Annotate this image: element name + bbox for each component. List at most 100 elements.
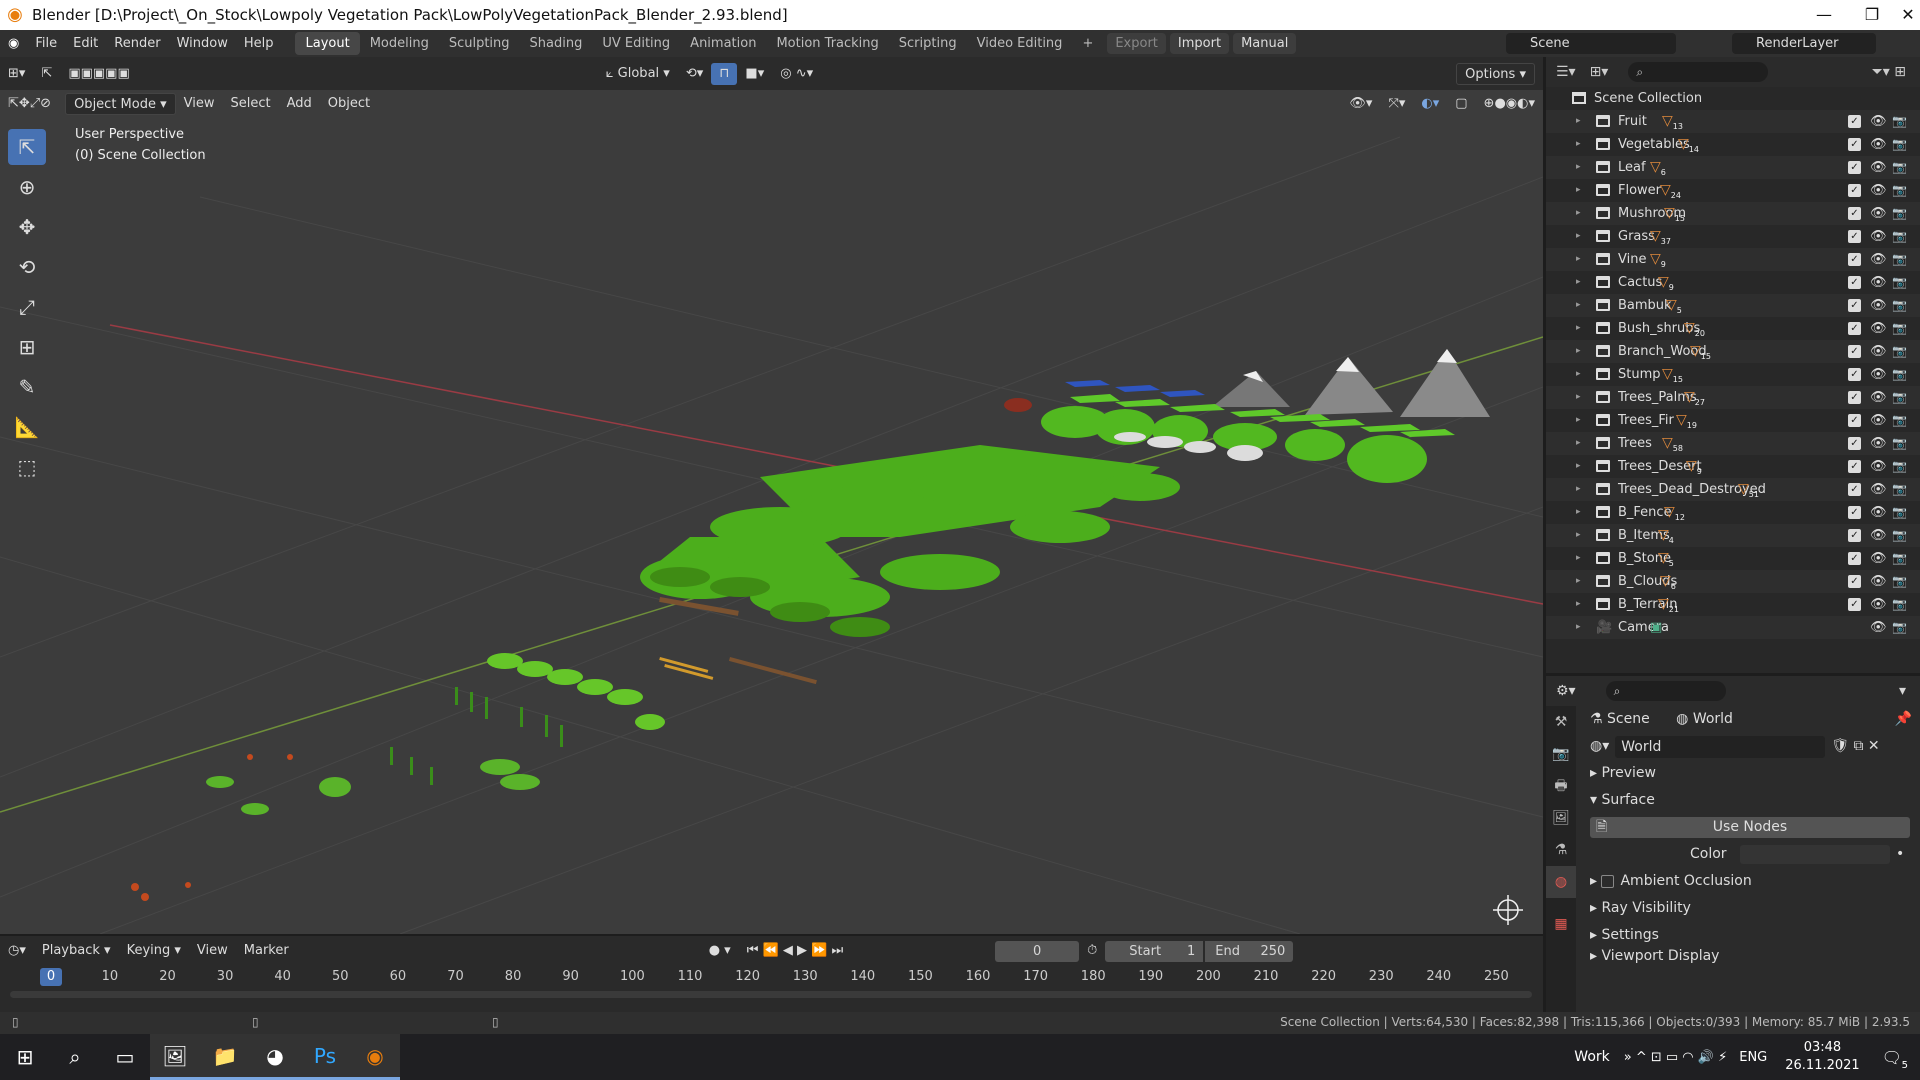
exclude-checkbox[interactable]: ✓ xyxy=(1848,552,1861,565)
pivot-icon[interactable]: ⟲▾ xyxy=(678,63,711,85)
visibility-eye-icon[interactable]: 👁 xyxy=(1870,478,1887,501)
render-camera-icon[interactable]: 📷 xyxy=(1892,340,1907,363)
render-camera-icon[interactable]: 📷 xyxy=(1892,386,1907,409)
work-toolbar[interactable]: Work xyxy=(1574,1049,1609,1065)
render-tab-icon[interactable]: 📷 xyxy=(1546,738,1576,770)
expand-arrow-icon[interactable]: ▸ xyxy=(1576,340,1581,363)
playhead[interactable]: 0 xyxy=(40,968,62,986)
select-tool-icon[interactable]: ⇱ xyxy=(8,129,46,165)
tab-modeling[interactable]: Modeling xyxy=(360,32,439,55)
options-dropdown[interactable]: Options ▾ xyxy=(1456,62,1535,85)
render-camera-icon[interactable]: 📷 xyxy=(1892,363,1907,386)
visibility-eye-icon[interactable]: 👁 xyxy=(1870,133,1887,156)
blender-taskbar-icon[interactable]: ◉ xyxy=(350,1034,400,1080)
photos-app-icon[interactable]: 🖼 xyxy=(150,1034,200,1080)
panel-ray-visibility[interactable]: ▸ Ray Visibility xyxy=(1580,895,1920,922)
outliner-item[interactable]: ▸ Stump ▽15 ✓ 👁 📷 xyxy=(1546,363,1920,386)
menu-object[interactable]: Object xyxy=(320,93,378,115)
visibility-icon[interactable]: 👁▾ xyxy=(1341,93,1380,115)
move-tool-icon[interactable]: ✥ xyxy=(8,209,46,245)
render-camera-icon[interactable]: 📷 xyxy=(1892,225,1907,248)
render-camera-icon[interactable]: 📷 xyxy=(1892,294,1907,317)
outliner-item[interactable]: ▸ Trees_Fir ▽19 ✓ 👁 📷 xyxy=(1546,409,1920,432)
visibility-eye-icon[interactable]: 👁 xyxy=(1870,547,1887,570)
expand-arrow-icon[interactable]: ▸ xyxy=(1576,317,1581,340)
exclude-checkbox[interactable]: ✓ xyxy=(1848,483,1861,496)
render-camera-icon[interactable]: 📷 xyxy=(1892,248,1907,271)
properties-options-icon[interactable]: ▾ xyxy=(1899,683,1906,699)
exclude-checkbox[interactable]: ✓ xyxy=(1848,437,1861,450)
export-button[interactable]: Export xyxy=(1107,33,1166,54)
expand-arrow-icon[interactable]: ▸ xyxy=(1576,179,1581,202)
outliner-item[interactable]: ▸ Bush_shrubs ▽20 ✓ 👁 📷 xyxy=(1546,317,1920,340)
snap-icon[interactable]: ⊓ xyxy=(711,62,738,85)
visibility-eye-icon[interactable]: 👁 xyxy=(1870,501,1887,524)
color-swatch[interactable] xyxy=(1740,845,1890,864)
render-camera-icon[interactable]: 📷 xyxy=(1892,156,1907,179)
blender-menu-icon[interactable]: ◉ xyxy=(0,30,27,57)
visibility-eye-icon[interactable]: 👁 xyxy=(1870,455,1887,478)
render-camera-icon[interactable]: 📷 xyxy=(1892,409,1907,432)
outliner-item[interactable]: ▸ Branch_Wood ▽15 ✓ 👁 📷 xyxy=(1546,340,1920,363)
exclude-checkbox[interactable]: ✓ xyxy=(1848,322,1861,335)
scene-tab-icon[interactable]: ⚗ xyxy=(1546,834,1576,866)
tool-icons[interactable]: ⇱✥⤢⊘ xyxy=(0,93,59,115)
keyframe-dot-icon[interactable]: • xyxy=(1896,841,1904,868)
expand-arrow-icon[interactable]: ▸ xyxy=(1576,501,1581,524)
visibility-eye-icon[interactable]: 👁 xyxy=(1870,110,1887,133)
expand-arrow-icon[interactable]: ▸ xyxy=(1576,110,1581,133)
filter-icon[interactable]: ⏷▾ ⊞ xyxy=(1872,64,1906,80)
record-icon[interactable]: ● ▾ xyxy=(701,940,739,962)
outliner-root[interactable]: Scene Collection xyxy=(1546,87,1920,110)
visibility-eye-icon[interactable]: 👁 xyxy=(1870,432,1887,455)
world-browse-icon[interactable]: ◍▾ xyxy=(1590,733,1609,760)
render-camera-icon[interactable]: 📷 xyxy=(1892,110,1907,133)
select-mode-icon[interactable]: ⇱ xyxy=(33,63,60,85)
visibility-eye-icon[interactable]: 👁 xyxy=(1870,156,1887,179)
ao-checkbox[interactable] xyxy=(1601,874,1615,888)
exclude-checkbox[interactable]: ✓ xyxy=(1848,115,1861,128)
visibility-eye-icon[interactable]: 👁 xyxy=(1870,386,1887,409)
menu-render[interactable]: Render xyxy=(106,30,168,57)
visibility-eye-icon[interactable]: 👁 xyxy=(1870,202,1887,225)
outliner-item[interactable]: ▸ Cactus ▽9 ✓ 👁 📷 xyxy=(1546,271,1920,294)
exclude-checkbox[interactable]: ✓ xyxy=(1848,161,1861,174)
overlay-icon[interactable]: ◐▾ xyxy=(1413,93,1447,115)
expand-arrow-icon[interactable]: ▸ xyxy=(1576,225,1581,248)
menu-timeline-view[interactable]: View xyxy=(189,940,236,962)
visibility-eye-icon[interactable]: 👁 xyxy=(1870,409,1887,432)
exclude-checkbox[interactable]: ✓ xyxy=(1848,391,1861,404)
import-button[interactable]: Import xyxy=(1169,33,1230,54)
output-tab-icon[interactable]: 🖶 xyxy=(1546,770,1576,802)
transform-orientation[interactable]: ⟀ Global ▾ xyxy=(598,63,678,85)
outliner-item[interactable]: ▸ B_Items ▽4 ✓ 👁 📷 xyxy=(1546,524,1920,547)
world-name-field[interactable]: World xyxy=(1615,735,1826,758)
render-camera-icon[interactable]: 📷 xyxy=(1892,271,1907,294)
editor-type-icon[interactable]: ⊞▾ xyxy=(0,63,33,85)
menu-add[interactable]: Add xyxy=(279,93,320,115)
menu-view[interactable]: View xyxy=(176,93,223,115)
expand-arrow-icon[interactable]: ▸ xyxy=(1576,202,1581,225)
current-frame-field[interactable]: 0 xyxy=(995,940,1080,962)
exclude-checkbox[interactable]: ✓ xyxy=(1848,460,1861,473)
outliner-search-input[interactable]: ⌕ xyxy=(1628,62,1769,82)
visibility-eye-icon[interactable]: 👁 xyxy=(1870,317,1887,340)
pin-icon[interactable]: 📌 xyxy=(1895,706,1912,733)
outliner-item[interactable]: ▸ B_Fence ▽12 ✓ 👁 📷 xyxy=(1546,501,1920,524)
menu-help[interactable]: Help xyxy=(236,30,282,57)
visibility-eye-icon[interactable]: 👁 xyxy=(1870,248,1887,271)
outliner-item[interactable]: ▸ B_Clouds ▽6 ✓ 👁 📷 xyxy=(1546,570,1920,593)
expand-arrow-icon[interactable]: ▸ xyxy=(1576,478,1581,501)
menu-edit[interactable]: Edit xyxy=(65,30,106,57)
menu-keying[interactable]: Keying ▾ xyxy=(119,940,189,962)
expand-arrow-icon[interactable]: ▸ xyxy=(1576,386,1581,409)
measure-tool-icon[interactable]: 📐 xyxy=(8,409,46,445)
fake-user-icon[interactable]: 🛡 ⧉ ✕ xyxy=(1831,733,1879,760)
outliner-editor-icon[interactable]: ☰▾ xyxy=(1556,64,1576,80)
render-camera-icon[interactable]: 📷 xyxy=(1892,202,1907,225)
panel-settings[interactable]: ▸ Settings xyxy=(1580,922,1920,949)
tab-shading[interactable]: Shading xyxy=(520,32,593,55)
add-workspace-icon[interactable]: + xyxy=(1072,32,1103,55)
exclude-checkbox[interactable]: ✓ xyxy=(1848,230,1861,243)
photoshop-icon[interactable]: Ps xyxy=(300,1034,350,1080)
